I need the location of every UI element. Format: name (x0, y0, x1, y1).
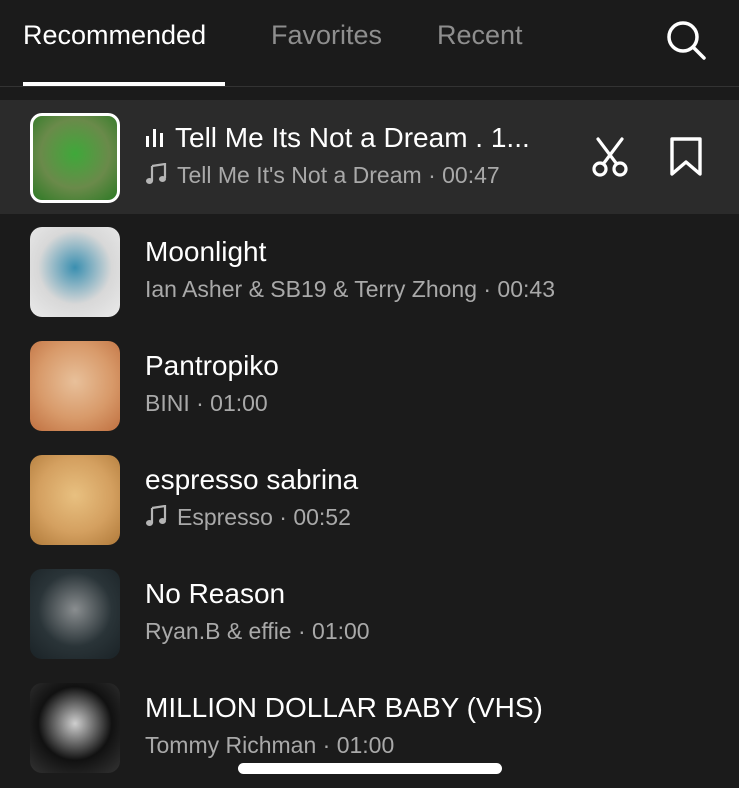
track-subtitle-text: BINI · 01:00 (145, 390, 268, 416)
track-thumbnail (30, 683, 120, 773)
track-title-text: Tell Me Its Not a Dream . 1... (175, 122, 530, 153)
music-note-icon (146, 505, 167, 526)
track-row[interactable]: No Reason Ryan.B & effie · 01:00 (0, 556, 739, 670)
track-subtitle-text: Ryan.B & effie · 01:00 (145, 618, 370, 644)
track-title-text: Moonlight (145, 236, 267, 267)
tab-favorites[interactable]: Favorites (271, 20, 382, 51)
bookmark-button[interactable] (666, 136, 706, 178)
track-subtitle-text: Ian Asher & SB19 & Terry Zhong · 00:43 (145, 276, 555, 302)
now-playing-icon (146, 129, 163, 147)
bookmark-icon (670, 137, 702, 176)
tab-recent[interactable]: Recent (437, 20, 523, 51)
search-icon (667, 21, 706, 60)
track-row[interactable]: Pantropiko BINI · 01:00 (0, 328, 739, 442)
search-button[interactable] (664, 18, 708, 62)
track-thumbnail (30, 455, 120, 545)
track-title-text: MILLION DOLLAR BABY (VHS) (145, 692, 543, 723)
track-thumbnail (30, 227, 120, 317)
track-title-text: Pantropiko (145, 350, 279, 381)
track-subtitle: Tommy Richman · 01:00 (145, 732, 394, 759)
track-thumbnail (30, 341, 120, 431)
track-subtitle: Ryan.B & effie · 01:00 (145, 618, 370, 645)
track-thumbnail (30, 569, 120, 659)
tab-bar: Recommended Favorites Recent (0, 0, 739, 86)
tab-recommended[interactable]: Recommended (23, 20, 206, 51)
track-row[interactable]: Moonlight Ian Asher & SB19 & Terry Zhong … (0, 214, 739, 328)
track-subtitle: Espresso · 00:52 (145, 504, 351, 531)
trim-button[interactable] (588, 135, 632, 179)
track-row[interactable]: Tell Me Its Not a Dream . 1... Tell Me It… (0, 100, 739, 214)
header-divider (0, 86, 739, 87)
track-subtitle: BINI · 01:00 (145, 390, 268, 417)
scissors-icon (592, 137, 628, 177)
track-title: MILLION DOLLAR BABY (VHS) (145, 692, 543, 724)
track-title-text: espresso sabrina (145, 464, 359, 495)
track-title: Tell Me Its Not a Dream . 1... (145, 122, 530, 154)
track-row[interactable]: espresso sabrina Espresso · 00:52 (0, 442, 739, 556)
track-subtitle-text: Tommy Richman · 01:00 (145, 732, 395, 758)
track-title: No Reason (145, 578, 285, 610)
track-title: espresso sabrina (145, 464, 358, 496)
track-subtitle: Tell Me It's Not a Dream · 00:47 (145, 162, 500, 189)
music-note-icon (146, 163, 167, 184)
home-indicator (238, 763, 502, 774)
track-subtitle-text: Espresso · 00:52 (177, 504, 351, 530)
track-title: Pantropiko (145, 350, 279, 382)
track-thumbnail (30, 113, 120, 203)
track-subtitle: Ian Asher & SB19 & Terry Zhong · 00:43 (145, 276, 555, 303)
track-title: Moonlight (145, 236, 266, 268)
track-subtitle-text: Tell Me It's Not a Dream · 00:47 (177, 162, 500, 188)
track-title-text: No Reason (145, 578, 286, 609)
